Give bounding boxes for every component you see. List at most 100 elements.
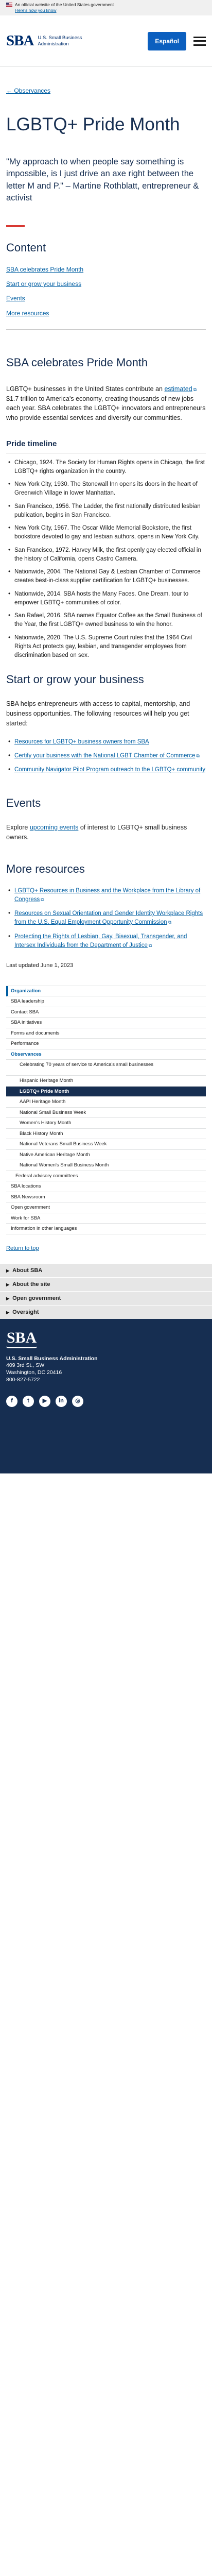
chevron-right-icon: ▶ (6, 1296, 10, 1301)
list-item: LGBTQ+ Resources in Business and the Wor… (6, 887, 206, 905)
sidenav-item[interactable]: Work for SBA (6, 1213, 206, 1224)
footer-address: U.S. Small Business Administration 409 3… (6, 1355, 206, 1384)
sidenav-subitem[interactable]: Celebrating 70 years of service to Ameri… (6, 1060, 206, 1076)
sidenav-subitem[interactable]: Women's History Month (6, 1118, 206, 1129)
sidenav-subitem[interactable]: Hispanic Heritage Month (6, 1076, 206, 1087)
external-link-icon: ⧉ (41, 896, 44, 902)
external-link-icon: ⧉ (168, 920, 171, 925)
footer-accordion-open-government[interactable]: ▶ Open government (0, 1291, 212, 1305)
sidenav-subitem[interactable]: National Veterans Small Business Week (6, 1139, 206, 1150)
sidenav-subitem[interactable]: Native American Heritage Month (6, 1150, 206, 1161)
sidenav-item[interactable]: Contact SBA (6, 1007, 206, 1018)
start-grow-section: Start or grow your business SBA helps en… (0, 671, 212, 774)
espanol-button[interactable]: Español (148, 31, 186, 50)
sba-logo-text: U.S. Small Business Administration (38, 35, 82, 47)
timeline-item: Nationwide, 2014. SBA hosts the Many Fac… (6, 590, 206, 608)
breadcrumb: ← Observances (0, 67, 212, 108)
external-link-icon: ⧉ (148, 942, 152, 948)
resource-link-sba[interactable]: Resources for LGBTQ+ business owners fro… (14, 739, 149, 745)
resource-link-doj[interactable]: Protecting the Rights of Lesbian, Gay, B… (14, 934, 187, 948)
toc-link-events[interactable]: Events (6, 295, 25, 302)
toc-item: More resources (6, 309, 206, 318)
site-footer: SBA U.S. Small Business Administration 4… (0, 1318, 212, 1473)
toc-link-more-resources[interactable]: More resources (6, 310, 49, 317)
heres-how-you-know-link[interactable]: Here's how you know (15, 8, 206, 13)
events-section: Events Explore upcoming events of intere… (0, 795, 212, 842)
site-header: SBA U.S. Small Business Administration E… (0, 15, 212, 67)
celebrates-intro: LGBTQ+ businesses in the United States c… (6, 385, 206, 422)
upcoming-events-link[interactable]: upcoming events (30, 824, 79, 831)
linkedin-icon[interactable]: in (56, 1396, 67, 1408)
timeline-item: Nationwide, 2020. The U.S. Supreme Court… (6, 634, 206, 660)
hero: LGBTQ+ Pride Month "My approach to when … (0, 108, 212, 318)
toc-link-celebrates[interactable]: SBA celebrates Pride Month (6, 266, 83, 273)
sidenav-item[interactable]: SBA initiatives (6, 1018, 206, 1028)
footer-accordion-oversight[interactable]: ▶ Oversight (0, 1304, 212, 1319)
hamburger-menu-icon[interactable] (193, 36, 206, 46)
start-grow-heading: Start or grow your business (6, 673, 144, 686)
resource-link-eeoc[interactable]: Resources on Sexual Orientation and Gend… (14, 910, 203, 925)
sba-logo-mark: SBA (6, 32, 34, 49)
celebrates-heading: SBA celebrates Pride Month (6, 356, 148, 369)
resource-link-nglcc[interactable]: Certify your business with the National … (14, 753, 195, 759)
social-links: f t ▶ in ◎ (6, 1396, 206, 1408)
gov-banner-text: An official website of the United States… (15, 2, 114, 7)
youtube-icon[interactable]: ▶ (39, 1396, 50, 1408)
sidenav-observances[interactable]: Observances (6, 1049, 206, 1060)
sidenav-item[interactable]: Forms and documents (6, 1028, 206, 1039)
sidenav-item[interactable]: Performance (6, 1039, 206, 1049)
external-link-icon: ⧉ (193, 386, 197, 392)
footer-org-name: U.S. Small Business Administration (6, 1355, 98, 1362)
list-item: Resources for LGBTQ+ business owners fro… (6, 738, 206, 747)
page-title: LGBTQ+ Pride Month (6, 114, 180, 134)
footer-logo[interactable]: SBA (6, 1330, 37, 1348)
sidenav-item[interactable]: SBA locations (6, 1181, 206, 1192)
footer-accordion-about-site[interactable]: ▶ About the site (0, 1277, 212, 1291)
sidenav-item[interactable]: Federal advisory committees (6, 1171, 206, 1182)
toc-item: Start or grow your business (6, 280, 206, 289)
list-item: Resources on Sexual Orientation and Gend… (6, 909, 206, 927)
us-flag-icon (6, 3, 12, 7)
pride-timeline: Chicago, 1924. The Society for Human Rig… (6, 459, 206, 660)
footer-phone: 800-827-5722 (6, 1376, 40, 1383)
sidenav-subitem[interactable]: National Women's Small Business Month (6, 1160, 206, 1171)
facebook-icon[interactable]: f (6, 1396, 17, 1408)
sidenav-organization[interactable]: Organization (6, 986, 206, 997)
sba-logo[interactable]: SBA U.S. Small Business Administration (6, 33, 82, 48)
twitter-icon[interactable]: t (23, 1396, 34, 1408)
sidenav-item[interactable]: Information in other languages (6, 1224, 206, 1234)
timeline-item: New York City, 1967. The Oscar Wilde Mem… (6, 524, 206, 542)
timeline-item: San Rafael, 2016. SBA names Equator Coff… (6, 612, 206, 630)
side-navigation: Organization SBA leadership Contact SBA … (6, 985, 206, 1234)
resource-link-community-navigator[interactable]: Community Navigator Pilot Program outrea… (14, 767, 205, 773)
timeline-item: San Francisco, 1972. Harvey Milk, the fi… (6, 546, 206, 564)
sidenav-item[interactable]: Open government (6, 1202, 206, 1213)
last-updated: Last updated June 1, 2023 (6, 962, 74, 969)
sidenav-subitem[interactable]: Black History Month (6, 1129, 206, 1140)
return-to-top-link[interactable]: Return to top (0, 1242, 212, 1255)
timeline-item: New York City, 1930. The Stonewall Inn o… (6, 480, 206, 498)
external-link-icon: ⧉ (196, 753, 200, 758)
sidenav-subitem[interactable]: National Small Business Week (6, 1108, 206, 1118)
sidenav-item[interactable]: SBA Newsroom (6, 1192, 206, 1203)
start-grow-intro: SBA helps entrepreneurs with access to c… (6, 700, 190, 727)
timeline-item: Nationwide, 2004. The National Gay & Les… (6, 568, 206, 586)
breadcrumb-back-link[interactable]: ← Observances (6, 87, 50, 94)
celebrates-section: SBA celebrates Pride Month LGBTQ+ busine… (0, 354, 212, 660)
sidenav-subitem-current[interactable]: LGBTQ+ Pride Month (6, 1086, 206, 1097)
footer-accordion-about-sba[interactable]: ▶ About SBA (0, 1263, 212, 1277)
toc-item: Events (6, 294, 206, 303)
list-item: Certify your business with the National … (6, 752, 206, 761)
sidenav-subitem[interactable]: AAPI Heritage Month (6, 1097, 206, 1108)
toc-item: SBA celebrates Pride Month (6, 265, 206, 274)
timeline-item: San Francisco, 1956. The Ladder, the fir… (6, 502, 206, 520)
timeline-heading: Pride timeline (6, 438, 206, 453)
events-text: Explore upcoming events of interest to L… (6, 824, 187, 841)
estimated-link[interactable]: estimated (164, 385, 192, 393)
footer-city: Washington, DC 20416 (6, 1369, 62, 1376)
footer-accordion: ▶ About SBA ▶ About the site ▶ Open governm… (0, 1263, 212, 1319)
sidenav-item[interactable]: SBA leadership (6, 996, 206, 1007)
instagram-icon[interactable]: ◎ (72, 1396, 83, 1408)
toc-link-start-grow[interactable]: Start or grow your business (6, 280, 81, 287)
table-of-contents: SBA celebrates Pride Month Start or grow… (6, 265, 206, 318)
